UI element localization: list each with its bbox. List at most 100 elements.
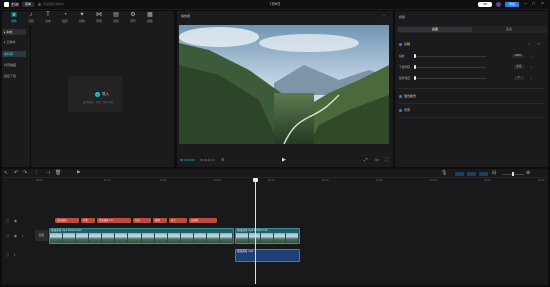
track-lock-icon[interactable]: ▢ xyxy=(6,219,9,223)
tab-speed[interactable]: 变速 xyxy=(472,27,546,32)
main-track-magnet-toggle[interactable] xyxy=(455,172,464,176)
audio-clip[interactable]: 视频素材.mp4 xyxy=(235,249,300,262)
scale-knob[interactable] xyxy=(414,54,416,58)
effect-clip[interactable]: 抖动 xyxy=(133,218,151,223)
ratio-icon[interactable]: ▭ xyxy=(375,157,379,163)
opacity-reset-button[interactable]: 重置 xyxy=(514,65,524,69)
fullscreen-fit-icon[interactable]: ⤢ xyxy=(364,157,368,162)
select-tool-icon[interactable]: ↖ xyxy=(4,170,8,177)
clip-thumbnails xyxy=(236,233,299,243)
tab-picture[interactable]: 画面 xyxy=(398,27,472,32)
scale-label: 缩放 xyxy=(399,54,405,58)
sidebar-item-link-download[interactable]: 链接下载 xyxy=(2,73,26,79)
media-toolbar: ▣ 媒体 ♪ 音频 T 文本 ◔ 贴纸 ✦ 特效 ⋈ 转场 ▤ 滤镜 ⚙ 调节 ▦ 模板 xyxy=(2,11,174,26)
opacity-knob[interactable] xyxy=(414,65,416,69)
opacity-keyframe-icon[interactable]: ◇ xyxy=(530,65,532,69)
rotate-keyframe-icon[interactable]: ◇ xyxy=(530,76,532,80)
rotate-slider[interactable] xyxy=(414,78,486,79)
opacity-slider[interactable] xyxy=(414,67,486,68)
project-title: 7月6日 xyxy=(269,2,281,6)
export-button[interactable]: 导出 xyxy=(505,2,519,7)
tab-label: 文本 xyxy=(45,19,51,23)
effect-clip[interactable]: 色彩偏移 1.0 xyxy=(97,218,131,223)
sidebar-item-favorites[interactable]: 抖音收藏 xyxy=(2,62,26,68)
transition-icon: ⋈ xyxy=(96,12,102,18)
tab-transition[interactable]: ⋈ 转场 xyxy=(91,11,107,25)
maximize-icon[interactable]: □ xyxy=(532,1,535,8)
playhead-handle[interactable] xyxy=(253,178,258,182)
marker-icon[interactable]: ⚑ xyxy=(76,170,80,177)
linkage-toggle[interactable] xyxy=(479,172,488,176)
sidebar-item-local[interactable]: ▸ 本地 xyxy=(2,29,26,35)
blend-section-title[interactable]: 混合模式 xyxy=(399,94,416,98)
rotate-knob[interactable] xyxy=(414,76,416,80)
adjust-icon: ⚙ xyxy=(130,12,136,18)
vip-badge[interactable]: VIP xyxy=(478,2,492,7)
sidebar-item-cloud[interactable]: ▸ 云素材 xyxy=(2,39,26,45)
rotate-value[interactable]: 0° xyxy=(514,76,524,80)
basic-section-title[interactable]: 基础 xyxy=(399,42,410,46)
scale-keyframe-icon[interactable]: ◇ xyxy=(530,54,532,58)
tab-media[interactable]: ▣ 媒体 xyxy=(6,11,22,25)
minimize-icon[interactable]: – xyxy=(524,1,527,8)
scale-slider[interactable] xyxy=(414,56,486,57)
video-clip[interactable]: 视频素材.mp4 00:00:21:23 xyxy=(49,228,234,244)
undo-icon[interactable]: ↶ xyxy=(14,170,18,177)
track-lock-icon[interactable]: ▢ xyxy=(6,253,9,257)
ruler-tick: 01:30 xyxy=(538,179,545,182)
effect-clip[interactable]: 变速曲线 xyxy=(55,218,79,223)
track-mute-icon[interactable]: ◐ xyxy=(22,234,24,238)
delete-icon[interactable]: 🗑 xyxy=(55,170,61,177)
zoom-knob[interactable] xyxy=(512,172,514,176)
fullscreen-icon[interactable]: ⛶ xyxy=(385,157,388,162)
preview-axis-icon[interactable]: ⊟ xyxy=(492,170,496,177)
keyframe-icon[interactable]: ◇ xyxy=(528,42,531,46)
timecode-total: 00:00:40:13 xyxy=(200,158,215,162)
player-menu-icon[interactable]: ≡ xyxy=(383,14,385,18)
split-icon[interactable]: ⫶ xyxy=(36,170,37,177)
import-hint: 支持视频、音频、图片素材 xyxy=(83,101,114,104)
track-eye-icon[interactable]: ◉ xyxy=(14,234,17,238)
grid-icon[interactable]: ⊞ xyxy=(221,157,224,162)
import-plus-icon[interactable]: + xyxy=(95,92,100,97)
video-clip[interactable]: 视频素材.mp4 00:00:17:20 xyxy=(235,228,300,244)
track-eye-icon[interactable]: ◉ xyxy=(14,219,17,223)
split-left-icon[interactable]: ⊣ xyxy=(46,170,50,177)
tab-template[interactable]: ▦ 模板 xyxy=(142,11,158,25)
tab-sticker[interactable]: ◔ 贴纸 xyxy=(57,11,73,25)
ruler-tick: 00:00 xyxy=(36,179,43,182)
tab-label: 音频 xyxy=(28,19,34,23)
redo-icon[interactable]: ↷ xyxy=(23,170,27,177)
microphone-icon[interactable]: 🎙 xyxy=(441,170,447,177)
auto-snap-toggle[interactable] xyxy=(467,172,476,176)
tab-audio[interactable]: ♪ 音频 xyxy=(23,11,39,25)
scale-value[interactable]: 100% xyxy=(512,54,524,58)
effect-clip[interactable]: 放大 xyxy=(169,218,187,223)
clip-thumbnails xyxy=(50,233,233,243)
cover-button[interactable]: 封面 xyxy=(35,230,48,241)
tab-adjust[interactable]: ⚙ 调节 xyxy=(125,11,141,25)
effect-clip[interactable]: 变清晰 xyxy=(189,218,217,223)
track-lock-icon[interactable]: ▢ xyxy=(6,234,9,238)
zoom-in-icon[interactable]: ⊕ xyxy=(526,170,530,177)
avatar[interactable] xyxy=(496,2,501,7)
tab-filter[interactable]: ▤ 滤镜 xyxy=(108,11,124,25)
close-icon[interactable]: × xyxy=(541,1,544,8)
properties-panel xyxy=(395,11,548,167)
import-label[interactable]: 导入 xyxy=(102,92,109,97)
ruler-tick: 01:00 xyxy=(376,179,383,182)
properties-title: 视频 xyxy=(399,15,406,19)
text-icon: T xyxy=(46,12,50,18)
effect-clip[interactable]: 闪黑 xyxy=(81,218,95,223)
playhead[interactable] xyxy=(255,178,256,284)
background-section-title[interactable]: 背景 xyxy=(399,108,410,112)
play-button[interactable]: ▶ xyxy=(282,157,286,163)
tab-effects[interactable]: ✦ 特效 xyxy=(74,11,90,25)
tab-text[interactable]: T 文本 xyxy=(40,11,56,25)
ruler-tick: 00:10 xyxy=(104,179,111,182)
sidebar-item-library[interactable]: 素材库 xyxy=(2,51,26,57)
reset-icon[interactable]: ↺ xyxy=(537,42,540,46)
effect-clip[interactable]: 模糊 xyxy=(153,218,167,223)
track-mute-icon[interactable]: ◐ xyxy=(14,253,16,257)
video-preview[interactable] xyxy=(179,25,389,144)
